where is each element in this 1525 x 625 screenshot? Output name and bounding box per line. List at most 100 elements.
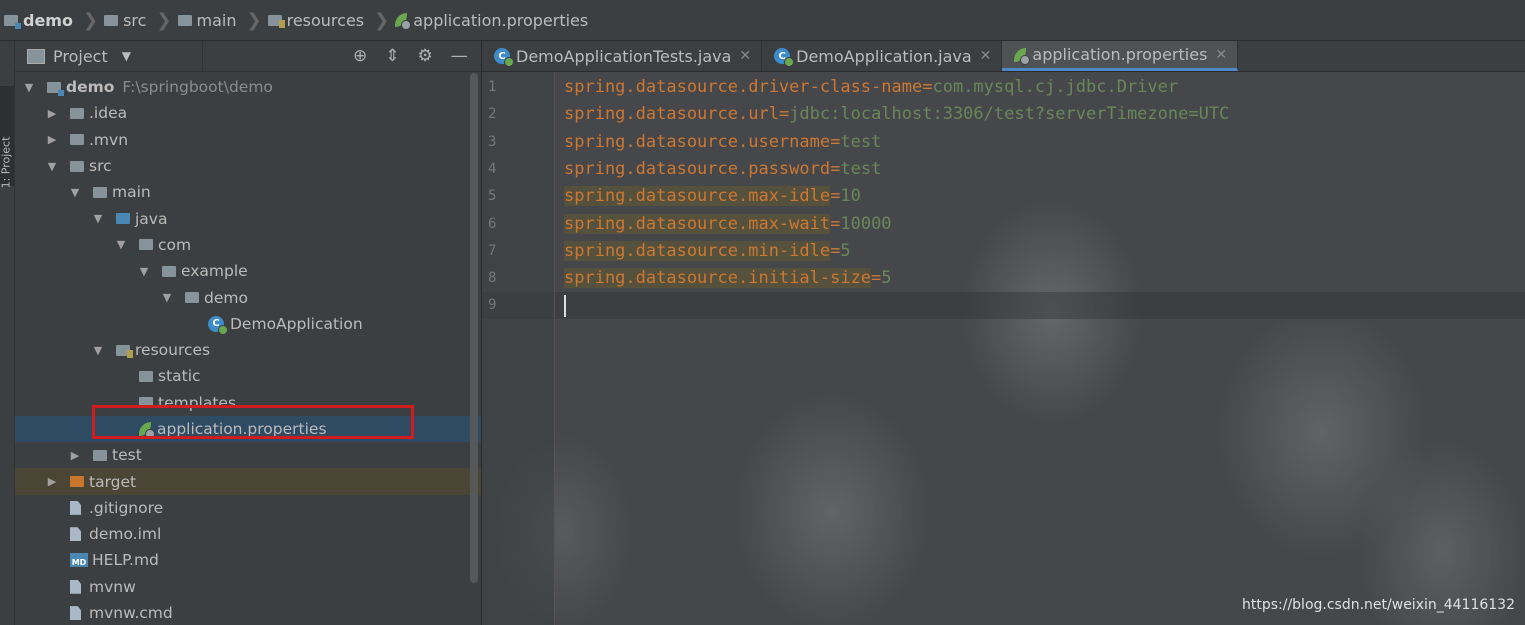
folder-icon: [177, 14, 192, 26]
spring-class-icon: C: [208, 315, 228, 335]
folder-icon: [70, 134, 84, 146]
expand-right-icon[interactable]: ▶: [46, 107, 58, 120]
breadcrumb-item-main[interactable]: ❯ main: [150, 10, 236, 31]
tree-item-demoapplication[interactable]: C DemoApplication: [15, 311, 481, 337]
code-editor[interactable]: 1 2 3 4 5 6 7 8 9 spring.datasource.driver-class…: [482, 72, 1525, 625]
project-icon: [27, 48, 45, 64]
chevron-right-icon: ❯: [246, 9, 262, 31]
class-icon: C: [494, 48, 514, 67]
breadcrumb-item-file[interactable]: ❯ application.properties: [368, 10, 588, 31]
expand-right-icon[interactable]: ▶: [69, 449, 81, 462]
property-key: spring.datasource.url: [564, 104, 779, 125]
equals-sign: =: [922, 77, 933, 97]
expand-down-icon[interactable]: ▼: [46, 160, 58, 173]
tree-item-label: static: [158, 367, 201, 386]
expand-down-icon[interactable]: ▼: [92, 344, 104, 357]
tree-item-label: test: [112, 446, 142, 465]
equals-sign: =: [778, 104, 790, 125]
tree-item-main[interactable]: ▼ main: [15, 179, 481, 205]
code-line[interactable]: spring.datasource.max-wait=10000: [564, 211, 892, 238]
tree-item--mvn[interactable]: ▶ .mvn: [15, 127, 481, 153]
tree-item-src[interactable]: ▼ src: [15, 153, 481, 179]
property-key: spring.datasource.max-idle: [564, 186, 831, 207]
resources-folder-icon: [116, 344, 133, 358]
tree-item-label: demo: [204, 288, 248, 307]
tab-label: application.properties: [1032, 45, 1208, 64]
close-icon[interactable]: ✕: [1215, 47, 1227, 63]
tree-item--gitignore[interactable]: .gitignore: [15, 495, 481, 521]
tree-item-demo[interactable]: ▼ demo: [15, 284, 481, 310]
tree-item-label: src: [89, 157, 112, 176]
tree-item-demo-iml[interactable]: demo.iml: [15, 521, 481, 547]
file-icon: [70, 606, 81, 621]
file-icon: [70, 500, 81, 515]
tab-demoapplicationtests[interactable]: C DemoApplicationTests.java ✕: [482, 41, 763, 71]
expand-right-icon[interactable]: ▶: [46, 133, 58, 146]
tab-demoapplication[interactable]: C DemoApplication.java ✕: [762, 41, 1003, 71]
project-tool-label: 1: Project: [0, 136, 13, 189]
line-number: 1: [488, 79, 497, 95]
expand-down-icon[interactable]: ▼: [92, 212, 104, 225]
folder-icon: [70, 107, 84, 119]
minimize-icon[interactable]: —: [451, 46, 468, 66]
editor-tabs: C DemoApplicationTests.java ✕ C DemoAppl…: [482, 41, 1525, 72]
tree-item-java[interactable]: ▼ java: [15, 205, 481, 231]
chevron-right-icon: ❯: [156, 9, 172, 31]
equals-sign: =: [830, 158, 841, 179]
expand-down-icon[interactable]: ▼: [69, 186, 81, 199]
tree-item-static[interactable]: static: [15, 363, 481, 389]
tree-item-label: .gitignore: [89, 498, 164, 517]
tab-application-properties[interactable]: application.properties ✕: [1002, 41, 1239, 71]
code-line[interactable]: spring.datasource.driver-class-name=com.…: [564, 74, 1178, 101]
module-folder-icon: [47, 81, 64, 96]
line-number: 8: [488, 270, 497, 287]
project-view-selector[interactable]: Project ▼: [15, 41, 203, 71]
tree-item-label: demo: [66, 78, 115, 97]
tree-item-resources[interactable]: ▼ resources: [15, 337, 481, 363]
tree-item-com[interactable]: ▼ com: [15, 232, 481, 258]
tree-item-mvnw-cmd[interactable]: mvnw.cmd: [15, 600, 481, 625]
project-panel-title: Project: [53, 46, 108, 66]
close-icon[interactable]: ✕: [739, 48, 751, 64]
package-icon: [139, 370, 153, 382]
tree-item-target[interactable]: ▶ target: [15, 468, 481, 495]
collapse-icon[interactable]: ⇕: [385, 46, 399, 66]
tree-item-mvnw[interactable]: mvnw: [15, 574, 481, 600]
tree-item-demo[interactable]: ▼ demo F:\springboot\demo: [15, 74, 481, 100]
gear-icon[interactable]: ⚙: [418, 46, 433, 66]
tree-item-label: .idea: [89, 104, 128, 123]
expand-right-icon[interactable]: ▶: [46, 475, 58, 488]
close-icon[interactable]: ✕: [980, 48, 992, 64]
property-key: spring.datasource.driver-class-name: [564, 77, 923, 97]
project-panel-header: Project ▼ ⊕ ⇕ ⚙ —: [15, 41, 481, 72]
locate-icon[interactable]: ⊕: [353, 46, 367, 66]
equals-sign: =: [830, 186, 841, 207]
tree-item-label: target: [89, 472, 137, 491]
tab-label: DemoApplicationTests.java: [516, 46, 732, 66]
tree-item-help-md[interactable]: MD HELP.md: [15, 547, 481, 573]
property-key: spring.datasource.password: [564, 158, 831, 179]
markdown-icon: MD: [70, 553, 88, 568]
code-line[interactable]: spring.datasource.max-idle=10: [564, 183, 861, 210]
breadcrumb-item-src[interactable]: ❯ src: [77, 10, 146, 31]
expand-down-icon[interactable]: ▼: [23, 81, 35, 94]
expand-down-icon[interactable]: ▼: [138, 265, 150, 278]
breadcrumb-item-demo[interactable]: demo: [4, 11, 73, 30]
spring-class-icon: C: [774, 48, 795, 67]
expand-down-icon[interactable]: ▼: [115, 238, 127, 251]
breadcrumb-item-resources[interactable]: ❯ resources: [241, 10, 365, 31]
code-line[interactable]: spring.datasource.username=test: [564, 129, 881, 156]
watermark: https://blog.csdn.net/weixin_44116132: [1241, 597, 1515, 613]
code-line[interactable]: spring.datasource.password=test: [564, 156, 881, 183]
expand-down-icon[interactable]: ▼: [161, 291, 173, 304]
tree-item--idea[interactable]: ▶ .idea: [15, 100, 481, 126]
property-value: test: [840, 158, 882, 179]
code-line[interactable]: spring.datasource.initial-size=5: [564, 265, 892, 292]
code-line[interactable]: spring.datasource.min-idle=5: [564, 238, 851, 265]
tree-item-test[interactable]: ▶ test: [15, 442, 481, 468]
project-tool-button[interactable]: 1: Project: [0, 86, 14, 189]
property-key: spring.datasource.username: [564, 131, 831, 152]
scrollbar[interactable]: [470, 73, 478, 583]
code-line[interactable]: spring.datasource.url=jdbc:localhost:330…: [564, 101, 1229, 128]
tree-item-example[interactable]: ▼ example: [15, 258, 481, 284]
